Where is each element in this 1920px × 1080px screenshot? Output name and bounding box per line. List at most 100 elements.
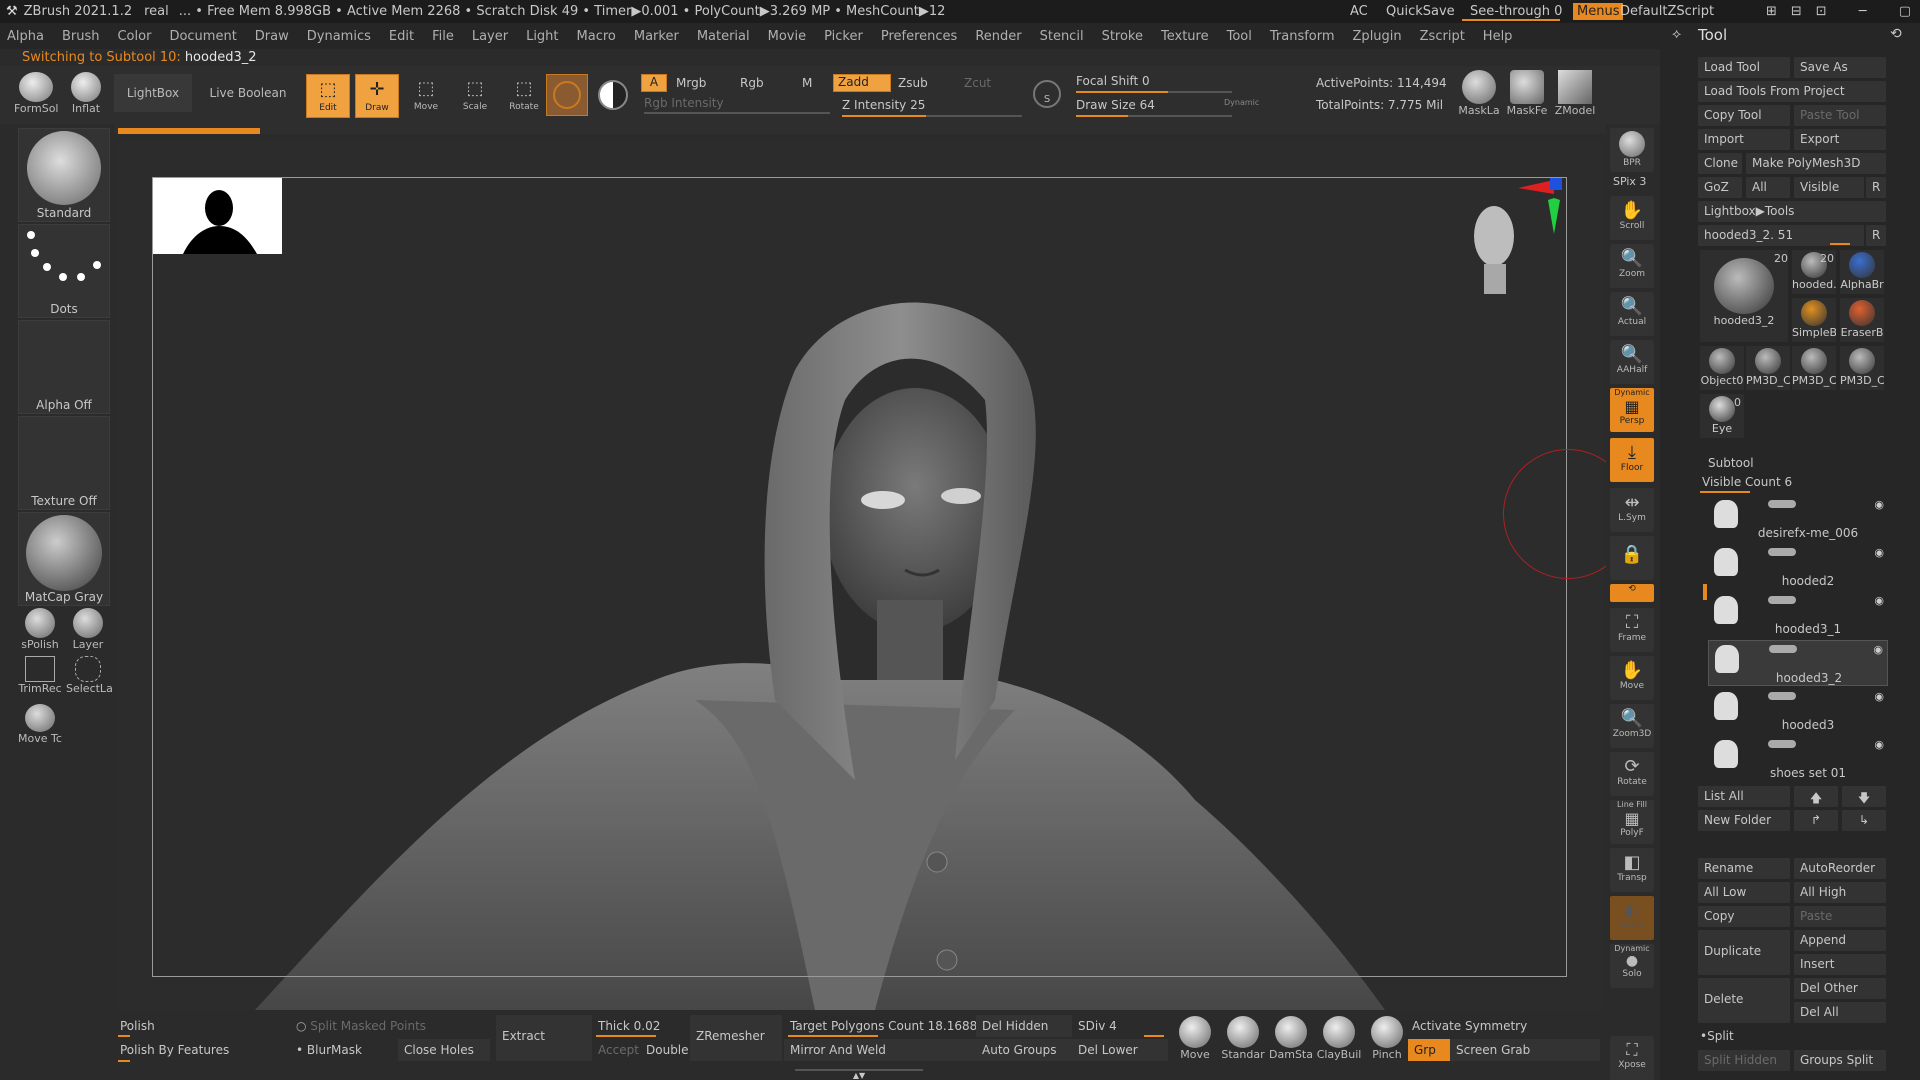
menu-item-edit[interactable]: Edit — [389, 29, 414, 44]
persp-button[interactable]: Dynamic ▦ Persp — [1610, 388, 1654, 432]
formsol-brush[interactable]: FormSol — [14, 72, 58, 115]
subtool-toggles-icon[interactable] — [1769, 645, 1797, 653]
menu-item-zscript[interactable]: Zscript — [1420, 29, 1465, 44]
material-swatch[interactable] — [546, 74, 588, 116]
subtool-visibility-eye-icon[interactable]: ◉ — [1874, 546, 1884, 559]
quick-brush-standar[interactable]: Standar — [1220, 1016, 1266, 1061]
tool-thumb[interactable]: AlphaBr — [1840, 250, 1884, 294]
del-other-button[interactable]: Del Other — [1794, 978, 1886, 999]
lightbox-button[interactable]: LightBox — [114, 74, 192, 112]
tool-pin-icon[interactable]: ⟡ — [1672, 26, 1681, 42]
menu-item-render[interactable]: Render — [975, 29, 1021, 44]
ghost-button[interactable]: ◐ Ghost — [1610, 896, 1654, 940]
split-masked-points-button[interactable]: ○ Split Masked Points — [290, 1015, 490, 1037]
goz-all-button[interactable]: All — [1746, 177, 1790, 198]
double-toggle[interactable]: Double — [640, 1039, 690, 1061]
copy-subtool-button[interactable]: Copy — [1698, 906, 1790, 927]
zsub-toggle[interactable]: Zsub — [898, 76, 928, 90]
activate-symmetry-button[interactable]: Activate Symmetry — [1406, 1015, 1600, 1037]
paste-subtool-button[interactable]: Paste — [1794, 906, 1886, 927]
list-all-button[interactable]: List All — [1698, 786, 1790, 807]
subtool-visibility-eye-icon[interactable]: ◉ — [1874, 594, 1884, 607]
spolish-brush[interactable]: sPolish — [18, 608, 62, 651]
xpose-button[interactable]: ⛶ Xpose — [1610, 1036, 1654, 1080]
menu-item-alpha[interactable]: Alpha — [7, 29, 44, 44]
menu-item-stencil[interactable]: Stencil — [1040, 29, 1084, 44]
texture-thumb[interactable]: Texture Off — [18, 416, 110, 510]
goz-r-button[interactable]: R — [1866, 177, 1886, 198]
menu-item-color[interactable]: Color — [117, 29, 151, 44]
solo-button[interactable]: Dynamic ● Solo — [1610, 944, 1654, 988]
rgb-toggle[interactable]: Rgb — [740, 76, 764, 90]
subtool-item[interactable]: ◉ hooded3_2 — [1708, 640, 1888, 686]
menu-item-tool[interactable]: Tool — [1227, 29, 1252, 44]
silhouette-navigator[interactable] — [153, 178, 282, 254]
goz-visible-button[interactable]: Visible — [1794, 177, 1864, 198]
quick-brush-damsta[interactable]: DamSta — [1268, 1016, 1314, 1061]
menu-item-texture[interactable]: Texture — [1161, 29, 1209, 44]
dynamic-toggle[interactable]: Dynamic — [1224, 98, 1259, 107]
default-zscript[interactable]: DefaultZScript — [1620, 4, 1714, 19]
selectla-brush[interactable]: SelectLa — [66, 656, 113, 695]
actual-button[interactable]: 🔍 Actual — [1610, 292, 1654, 336]
grp-toggle[interactable]: Grp — [1408, 1039, 1450, 1061]
subtool-toggles-icon[interactable] — [1768, 500, 1796, 508]
zmodeler-button[interactable]: ZModel — [1552, 70, 1598, 117]
bottom-expand-handle[interactable]: ▲▼ — [795, 1069, 923, 1080]
floor-button[interactable]: ⤓ Floor — [1610, 438, 1654, 482]
brush-thumb-standard[interactable]: Standard — [18, 128, 110, 222]
xyz-button[interactable]: ⟲ — [1610, 584, 1654, 602]
transp-button[interactable]: ◧ Transp — [1610, 848, 1654, 892]
visible-count-slider[interactable]: Visible Count 6 — [1702, 475, 1792, 489]
trimrec-brush[interactable]: TrimRec — [18, 656, 62, 695]
quicksave-button[interactable]: QuickSave — [1386, 4, 1455, 19]
polyf-button[interactable]: Line Fill ▦ PolyF — [1610, 800, 1654, 844]
aahalf-button[interactable]: 🔍 AAHalf — [1610, 340, 1654, 384]
tool-thumb[interactable]: PM3D_C — [1840, 346, 1884, 390]
tool-thumb[interactable]: SimpleB — [1792, 298, 1836, 342]
screen-grab-button[interactable]: Screen Grab — [1450, 1039, 1600, 1061]
subtool-visibility-eye-icon[interactable]: ◉ — [1873, 643, 1883, 656]
axis-gizmo-icon[interactable] — [1508, 178, 1568, 238]
sculptris-pro-button[interactable]: S — [1030, 80, 1064, 114]
live-boolean-button[interactable]: Live Boolean — [204, 74, 292, 112]
subtool-toggles-icon[interactable] — [1768, 692, 1796, 700]
tool-thumb[interactable]: Object0 — [1700, 346, 1744, 390]
zadd-toggle[interactable]: Zadd — [833, 74, 891, 92]
quick-brush-claybuil[interactable]: ClayBuil — [1316, 1016, 1362, 1061]
menu-item-material[interactable]: Material — [697, 29, 750, 44]
subtool-visibility-eye-icon[interactable]: ◉ — [1874, 738, 1884, 751]
goz-button[interactable]: GoZ — [1698, 177, 1742, 198]
menu-item-movie[interactable]: Movie — [768, 29, 806, 44]
menu-item-dynamics[interactable]: Dynamics — [307, 29, 371, 44]
all-high-button[interactable]: All High — [1794, 882, 1886, 903]
move-down-button[interactable]: 🡇 — [1842, 786, 1886, 807]
window-controls-icon[interactable]: ⊞⊟⊡ ─ ▢ ✕ — [1766, 4, 1920, 19]
copy-tool-button[interactable]: Copy Tool — [1698, 105, 1790, 126]
auto-groups-button[interactable]: Auto Groups — [976, 1039, 1072, 1061]
new-folder-button[interactable]: New Folder — [1698, 810, 1790, 831]
rotate-button[interactable]: ⬚ Rotate — [502, 74, 546, 118]
import-button[interactable]: Import — [1698, 129, 1790, 150]
subtool-item[interactable]: ◉ hooded2 — [1708, 544, 1888, 590]
mirror-and-weld-button[interactable]: Mirror And Weld — [784, 1039, 978, 1061]
polish-features-slider[interactable]: Polish By Features — [114, 1039, 294, 1061]
make-polymesh-button[interactable]: Make PolyMesh3D — [1746, 153, 1886, 174]
frame-button[interactable]: ⛶ Frame — [1610, 608, 1654, 652]
menus-button[interactable]: Menus — [1573, 3, 1624, 20]
groups-split-button[interactable]: Groups Split — [1794, 1050, 1886, 1071]
tool-thumb[interactable]: EraserB — [1840, 298, 1884, 342]
lightbox-tools-button[interactable]: Lightbox▶Tools — [1698, 201, 1886, 222]
subtool-visibility-eye-icon[interactable]: ◉ — [1874, 498, 1884, 511]
z-intensity-slider[interactable]: Z Intensity 25 — [842, 98, 925, 112]
layer-brush[interactable]: Layer — [66, 608, 110, 651]
rgb-intensity-slider[interactable]: Rgb Intensity — [644, 96, 724, 110]
subtool-toggles-icon[interactable] — [1768, 740, 1796, 748]
subtool-toggles-icon[interactable] — [1768, 548, 1796, 556]
menu-item-document[interactable]: Document — [169, 29, 236, 44]
menu-item-picker[interactable]: Picker — [824, 29, 863, 44]
subtool-scrollbar[interactable] — [1703, 584, 1707, 600]
zoom3d-button[interactable]: 🔍 Zoom3D — [1610, 704, 1654, 748]
inflat-brush[interactable]: Inflat — [64, 72, 108, 115]
rotate-view-button[interactable]: ⟳ Rotate — [1610, 752, 1654, 796]
